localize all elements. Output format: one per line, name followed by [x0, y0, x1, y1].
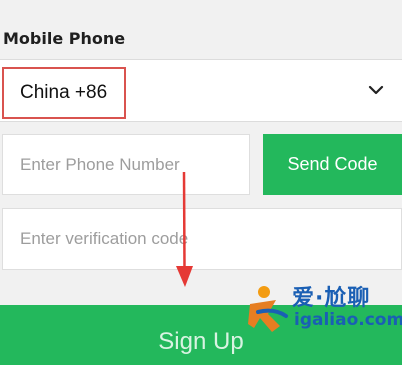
country-code-value[interactable]: China +86 — [2, 67, 126, 119]
chevron-down-icon[interactable] — [367, 81, 385, 99]
watermark-domain: igaliao.com — [294, 310, 402, 330]
running-figure-logo-icon — [248, 286, 288, 332]
send-code-button[interactable]: Send Code — [263, 134, 402, 195]
verification-code-input[interactable] — [2, 208, 402, 270]
red-arrow-annotation — [176, 172, 193, 287]
watermark: 爱·尬聊 igaliao.com — [246, 278, 402, 340]
phone-number-input[interactable] — [2, 134, 250, 195]
mobile-phone-label: Mobile Phone — [3, 29, 126, 48]
watermark-brand: 爱·尬聊 — [292, 286, 371, 311]
